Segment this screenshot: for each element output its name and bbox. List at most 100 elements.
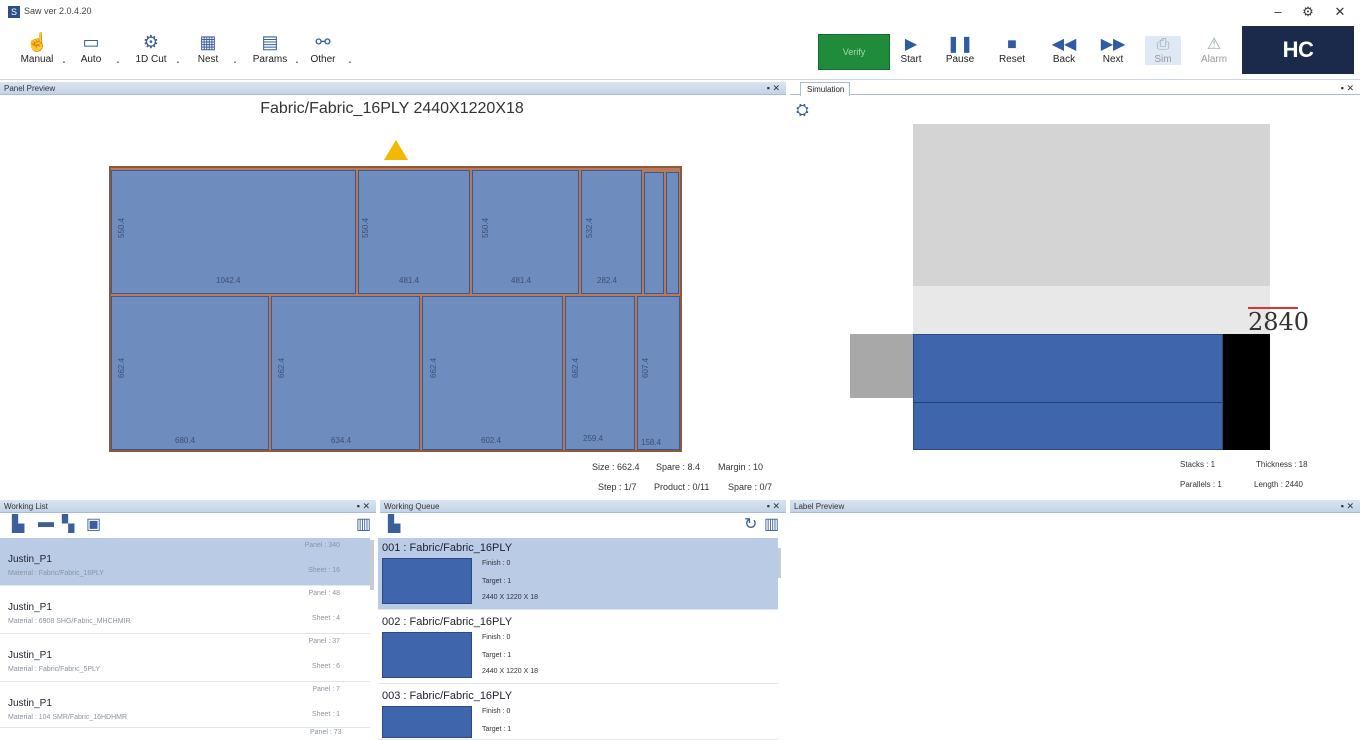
auto-icon: ▭	[82, 32, 100, 52]
other-button[interactable]: ⚯ Other	[298, 28, 348, 65]
pause-button[interactable]: ❚❚ Pause	[942, 36, 978, 65]
rewind-icon: ◀◀	[1051, 36, 1077, 53]
working-queue-scrollbar[interactable]	[778, 548, 781, 578]
reset-label: Reset	[998, 54, 1026, 65]
sheet-count: Sheet : 1	[311, 711, 340, 718]
part-9-width: 259.4	[583, 434, 604, 443]
job-material: Material : Fabric/Fabric_5PLY	[8, 666, 101, 673]
save-icon[interactable]: ▣	[86, 514, 101, 534]
job-name: Justin_P1	[8, 650, 52, 661]
pin-close-controls[interactable]: ▪ ✕	[767, 82, 780, 95]
sheet-dimensions: 2440 X 1220 X 18	[482, 594, 539, 601]
fast-forward-icon: ▶▶	[1100, 36, 1126, 53]
list-item[interactable]: Panel : 37 Justin_P1 Sheet : 6 Material …	[0, 634, 370, 682]
queue-item-title: 002 : Fabric/Fabric_16PLY	[382, 616, 513, 628]
minimize-button[interactable]: –	[1268, 4, 1288, 19]
finish-count: Finish : 0	[482, 708, 511, 715]
gear-icon: ⚙	[142, 32, 160, 52]
simulation-header: ▪ ✕	[790, 82, 1360, 95]
queue-item[interactable]: 001 : Fabric/Fabric_16PLY Finish : 0 Tar…	[378, 538, 778, 610]
delete-queue-icon[interactable]: ▥	[764, 514, 779, 534]
length-stat: Length : 2440	[1254, 480, 1303, 489]
part-7[interactable]	[271, 296, 420, 450]
sim-pin-close-controls[interactable]: ▪ ✕	[1341, 82, 1354, 95]
folder-icon[interactable]: ▬	[38, 514, 54, 532]
auto-button[interactable]: ▭ Auto	[66, 28, 116, 65]
job-name: Justin_P1	[8, 554, 52, 565]
working-queue-title: Working Queue	[384, 502, 440, 511]
panel-preview-header: Panel Preview ▪ ✕	[0, 82, 786, 95]
add-list-icon[interactable]: ▙	[12, 514, 24, 534]
list-item[interactable]: Panel : 340 Justin_P1 Sheet : 16 Materia…	[0, 538, 370, 586]
next-button[interactable]: ▶▶ Next	[1095, 36, 1131, 65]
back-button[interactable]: ◀◀ Back	[1046, 36, 1082, 65]
part-8-width: 602.4	[481, 436, 502, 445]
sheet-count: Sheet : 6	[311, 663, 340, 670]
position-readout: 2840	[1248, 308, 1310, 336]
lp-pin-close-controls[interactable]: ▪ ✕	[1341, 500, 1354, 513]
sim-label: Sim	[1154, 54, 1172, 65]
reset-button[interactable]: ■ Reset	[994, 36, 1030, 65]
sim-table-gap	[913, 286, 1270, 334]
part-10-height: 607.4	[641, 357, 650, 378]
start-button[interactable]: ▶ Start	[893, 36, 929, 65]
warning-icon: ⚠	[1206, 36, 1222, 53]
part-6[interactable]	[111, 296, 269, 450]
part-5[interactable]	[644, 172, 664, 294]
list-item[interactable]: Panel : 7 Justin_P1 Sheet : 1 Material :…	[0, 682, 370, 728]
size-stat: Size : 662.4	[592, 462, 640, 472]
warning-marker-icon	[384, 140, 408, 160]
sim-panel-divider	[913, 402, 1223, 403]
queue-item[interactable]: 002 : Fabric/Fabric_16PLY Finish : 0 Tar…	[378, 612, 778, 684]
queue-item[interactable]: 003 : Fabric/Fabric_16PLY Finish : 0 Tar…	[378, 686, 778, 740]
sheet-title: Fabric/Fabric_16PLY 2440X1220X18	[260, 100, 524, 117]
target-count: Target : 1	[482, 726, 512, 733]
part-8-height: 662.4	[429, 357, 438, 378]
close-button[interactable]: ✕	[1330, 4, 1350, 20]
sim-icon: ⎙	[1156, 36, 1170, 53]
panel-count: Panel : 73	[310, 729, 342, 736]
add-queue-icon[interactable]: ▙	[388, 514, 400, 534]
auto-label: Auto	[80, 54, 102, 65]
sheet-count: Sheet : 16	[308, 567, 340, 574]
sheet-count: Sheet : 4	[311, 615, 340, 622]
refresh-icon[interactable]: ↻	[744, 514, 757, 534]
list-item[interactable]: Panel : 48 Justin_P1 Sheet : 4 Material …	[0, 586, 370, 634]
delete-icon[interactable]: ▥	[356, 514, 371, 534]
settings-button[interactable]: ⚙	[1298, 4, 1318, 20]
params-label: Params	[252, 54, 288, 65]
separator: .	[176, 50, 180, 66]
nest-button[interactable]: ▦ Nest	[183, 28, 233, 65]
nest-icon: ▦	[199, 32, 217, 52]
step-stat: Step : 1/7	[598, 482, 637, 492]
wl-pin-close-controls[interactable]: ▪ ✕	[357, 500, 370, 513]
job-material: Material : Fabric/Fabric_16PLY	[8, 570, 104, 577]
import-icon[interactable]: ▚	[62, 514, 74, 534]
working-list-scrollbar[interactable]	[370, 540, 374, 590]
separator: .	[233, 50, 237, 66]
wq-pin-close-controls[interactable]: ▪ ✕	[767, 500, 780, 513]
alarm-button[interactable]: ⚠ Alarm	[1196, 36, 1232, 65]
other-icon: ⚯	[315, 32, 331, 52]
manual-button[interactable]: ☝ Manual	[12, 28, 62, 65]
params-button[interactable]: ▤ Params	[245, 28, 295, 65]
tab-simulation[interactable]: Simulation	[800, 82, 850, 96]
hand-icon: ☝	[26, 32, 49, 52]
job-material: Material : 104 SMR/Fabric_16HDHMR	[8, 714, 128, 721]
machine-icon[interactable]: ⛭	[796, 102, 809, 120]
part-1-width: 1042.4	[216, 276, 241, 285]
document-icon: ▤	[261, 32, 279, 52]
part-10-width: 158.4	[641, 438, 662, 447]
panel-count: Panel : 48	[308, 590, 340, 597]
part-1-height: 550.4	[117, 217, 126, 238]
sim-button[interactable]: ⎙ Sim	[1145, 36, 1181, 65]
verify-button[interactable]: Verify	[818, 34, 890, 70]
part-5b[interactable]	[666, 172, 679, 294]
part-8[interactable]	[422, 296, 563, 450]
panel-count: Panel : 7	[312, 686, 340, 693]
1d-cut-button[interactable]: ⚙ 1D Cut	[126, 28, 176, 65]
pause-label: Pause	[945, 54, 975, 65]
panel-count: Panel : 37	[308, 638, 340, 645]
working-queue-header: Working Queue ▪ ✕	[380, 500, 786, 513]
job-material: Material : 6908 SHG/Fabric_MHCHMIR	[8, 618, 131, 625]
